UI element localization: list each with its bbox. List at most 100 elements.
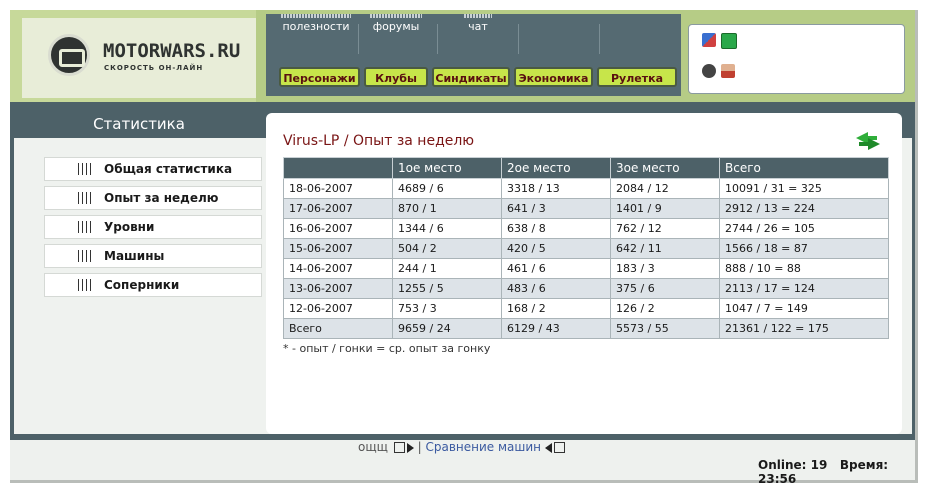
table-cell: 762 / 12 bbox=[610, 218, 720, 239]
page-title: Virus-LP / Опыт за неделю bbox=[283, 133, 475, 149]
transfer-icon[interactable] bbox=[702, 33, 716, 47]
logo-tagline: СКОРОСТЬ ОН-ЛАЙН bbox=[104, 64, 204, 72]
table-row: 12-06-2007 753 / 3 168 / 2 126 / 2 1047 / 7 … bbox=[283, 298, 889, 319]
online-label: Online: bbox=[758, 458, 807, 472]
sliders-icon bbox=[78, 221, 92, 233]
table-cell: 5573 / 55 bbox=[610, 318, 720, 339]
table-row: 18-06-2007 4689 / 6 3318 / 13 2084 / 12 1009… bbox=[283, 178, 889, 199]
table-header-row: 1ое место 2ое место 3ое место Всего bbox=[283, 157, 889, 179]
nav-button-roulette[interactable]: Рулетка bbox=[597, 67, 677, 87]
sidebar-item-levels[interactable]: Уровни bbox=[44, 215, 262, 239]
nav-button-clubs[interactable]: Клубы bbox=[364, 67, 428, 87]
nav-divider bbox=[437, 24, 438, 54]
footer-link-compare-cars[interactable]: Сравнение машин bbox=[425, 440, 541, 454]
table-header: 1ое место bbox=[392, 157, 502, 179]
table-cell: 6129 / 43 bbox=[501, 318, 611, 339]
table-cell: 10091 / 31 = 325 bbox=[719, 178, 889, 199]
nav-divider bbox=[518, 24, 519, 54]
table-cell: 12-06-2007 bbox=[283, 298, 393, 319]
table-cell: 1401 / 9 bbox=[610, 198, 720, 219]
time-label: Время: bbox=[839, 458, 889, 472]
table-cell: 2113 / 17 = 124 bbox=[719, 278, 889, 299]
table-cell: 9659 / 24 bbox=[392, 318, 502, 339]
table-cell: 14-06-2007 bbox=[283, 258, 393, 279]
table-cell: 642 / 11 bbox=[610, 238, 720, 259]
table-cell: 18-06-2007 bbox=[283, 178, 393, 199]
table-cell: Всего bbox=[283, 318, 393, 339]
footer-separator: | bbox=[417, 440, 422, 454]
table-row: 14-06-2007 244 / 1 461 / 6 183 / 3 888 / 10 … bbox=[283, 258, 889, 279]
table-cell: 1344 / 6 bbox=[392, 218, 502, 239]
refresh-icon[interactable] bbox=[853, 128, 883, 154]
table-cell: 1566 / 18 = 87 bbox=[719, 238, 889, 259]
nav-link-chat[interactable]: чат bbox=[462, 14, 494, 33]
logo-emblem-icon bbox=[48, 34, 90, 76]
table-row: 15-06-2007 504 / 2 420 / 5 642 / 11 1566 / 1… bbox=[283, 238, 889, 259]
table-header bbox=[283, 157, 393, 179]
table-cell: 461 / 6 bbox=[501, 258, 611, 279]
table-cell: 126 / 2 bbox=[610, 298, 720, 319]
table-cell: 375 / 6 bbox=[610, 278, 720, 299]
sidebar-item-weekly-exp[interactable]: Опыт за неделю bbox=[44, 186, 262, 210]
table-cell: 504 / 2 bbox=[392, 238, 502, 259]
table-cell: 3318 / 13 bbox=[501, 178, 611, 199]
weekly-stats-table: 1ое место 2ое место 3ое место Всего 18-0… bbox=[283, 157, 889, 339]
table-cell: 888 / 10 = 88 bbox=[719, 258, 889, 279]
table-cell: 244 / 1 bbox=[392, 258, 502, 279]
sliders-icon bbox=[78, 192, 92, 204]
table-cell: 168 / 2 bbox=[501, 298, 611, 319]
table-cell: 17-06-2007 bbox=[283, 198, 393, 219]
table-header: 2ое место bbox=[501, 157, 611, 179]
sliders-icon bbox=[78, 163, 92, 175]
table-row: 17-06-2007 870 / 1 641 / 3 1401 / 9 2912 / 1… bbox=[283, 198, 889, 219]
login-icon[interactable] bbox=[721, 33, 737, 49]
sidebar-item-general-stats[interactable]: Общая статистика bbox=[44, 157, 262, 181]
sidebar-title: Статистика bbox=[93, 115, 185, 133]
table-cell: 641 / 3 bbox=[501, 198, 611, 219]
table-cell: 16-06-2007 bbox=[283, 218, 393, 239]
table-cell: 15-06-2007 bbox=[283, 238, 393, 259]
table-cell: 13-06-2007 bbox=[283, 278, 393, 299]
table-cell: 21361 / 122 = 175 bbox=[719, 318, 889, 339]
table-cell: 183 / 3 bbox=[610, 258, 720, 279]
time-value: 23:56 bbox=[758, 472, 797, 486]
table-cell: 483 / 6 bbox=[501, 278, 611, 299]
table-footnote: * - опыт / гонки = ср. опыт за гонку bbox=[283, 342, 491, 355]
table-header: 3ое место bbox=[610, 157, 720, 179]
table-cell: 2912 / 13 = 224 bbox=[719, 198, 889, 219]
table-cell: 2744 / 26 = 105 bbox=[719, 218, 889, 239]
table-cell: 638 / 8 bbox=[501, 218, 611, 239]
nav-button-syndicates[interactable]: Синдикаты bbox=[432, 67, 510, 87]
sliders-icon bbox=[78, 250, 92, 262]
table-row: 16-06-2007 1344 / 6 638 / 8 762 / 12 2744 / … bbox=[283, 218, 889, 239]
collapse-icon[interactable] bbox=[553, 442, 565, 453]
arrow-left-icon[interactable] bbox=[544, 442, 552, 453]
nav-button-characters[interactable]: Персонажи bbox=[279, 67, 360, 87]
table-cell: 2084 / 12 bbox=[610, 178, 720, 199]
table-cell: 420 / 5 bbox=[501, 238, 611, 259]
arrow-right-icon[interactable] bbox=[406, 442, 414, 453]
sliders-icon bbox=[78, 279, 92, 291]
nav-link-forums[interactable]: форумы bbox=[367, 14, 425, 33]
nav-divider bbox=[358, 24, 359, 54]
table-cell: 870 / 1 bbox=[392, 198, 502, 219]
footer-links: ощщ | Сравнение машин bbox=[358, 440, 565, 454]
sidebar-item-cars[interactable]: Машины bbox=[44, 244, 262, 268]
footer-link-1[interactable]: ощщ bbox=[358, 440, 388, 454]
expand-icon[interactable] bbox=[393, 442, 405, 453]
nav-button-economy[interactable]: Экономика bbox=[514, 67, 593, 87]
globe-icon[interactable] bbox=[702, 64, 716, 78]
table-cell: 753 / 3 bbox=[392, 298, 502, 319]
table-cell: 1255 / 5 bbox=[392, 278, 502, 299]
user-icon[interactable] bbox=[721, 64, 735, 78]
table-cell: 1047 / 7 = 149 bbox=[719, 298, 889, 319]
logo-text: MOTORWARS.RU bbox=[103, 40, 241, 62]
sidebar-item-rivals[interactable]: Соперники bbox=[44, 273, 262, 297]
table-row: 13-06-2007 1255 / 5 483 / 6 375 / 6 2113 / 1… bbox=[283, 278, 889, 299]
table-total-row: Всего 9659 / 24 6129 / 43 5573 / 55 21361 / … bbox=[283, 318, 889, 339]
online-count: 19 bbox=[810, 458, 828, 472]
nav-divider bbox=[599, 24, 600, 54]
status-bar: Online: 19 Время: 23:56 bbox=[758, 458, 930, 486]
table-cell: 4689 / 6 bbox=[392, 178, 502, 199]
nav-link-utilities[interactable]: полезности bbox=[279, 14, 353, 33]
